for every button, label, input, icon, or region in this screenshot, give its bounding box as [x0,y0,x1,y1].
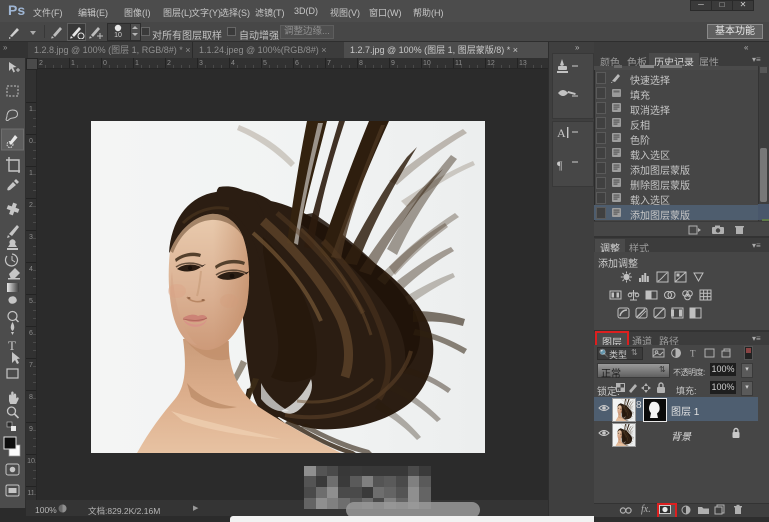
svg-text:7: 7 [327,60,331,67]
svg-text:1: 1 [135,60,139,67]
svg-text:2: 2 [29,202,33,209]
svg-text:4: 4 [231,60,235,67]
svg-text:3: 3 [199,60,203,67]
svg-text:A: A [557,126,566,140]
svg-text:1: 1 [29,106,33,113]
svg-text:0: 0 [103,60,107,67]
svg-text:8: 8 [359,60,363,67]
svg-text:0: 0 [29,138,33,145]
svg-text:11: 11 [27,490,34,497]
svg-text:5: 5 [29,298,33,305]
svg-text:10: 10 [27,458,35,465]
svg-text:5: 5 [263,60,267,67]
svg-text:2: 2 [167,60,171,67]
svg-text:1: 1 [29,170,33,177]
svg-text:3: 3 [29,234,33,241]
svg-text:8: 8 [29,394,33,401]
svg-text:6: 6 [295,60,299,67]
svg-text:1: 1 [71,60,75,67]
svg-text:7: 7 [29,362,33,369]
svg-text:9: 9 [29,426,33,433]
svg-text:T: T [8,338,16,353]
svg-text:2: 2 [39,60,43,67]
svg-text:¶: ¶ [557,158,563,172]
svg-text:T: T [690,349,696,359]
svg-text:9: 9 [391,60,395,67]
svg-text:4: 4 [29,266,33,273]
svg-text:6: 6 [29,330,33,337]
svg-text:10: 10 [114,32,122,38]
